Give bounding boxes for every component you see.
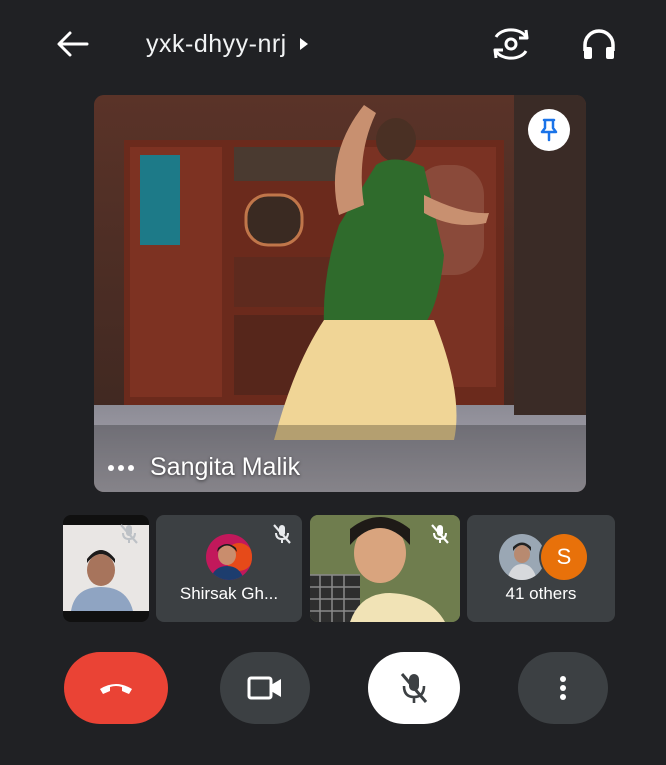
participant-tile[interactable] <box>63 515 149 622</box>
avatar <box>499 534 545 580</box>
camera-toggle-button[interactable] <box>220 652 310 724</box>
mic-off-icon <box>120 524 138 544</box>
camera-switch-icon <box>493 28 529 60</box>
others-count-label: 41 others <box>505 584 577 603</box>
participant-video <box>94 95 586 492</box>
end-call-button[interactable] <box>64 652 168 724</box>
meeting-code: yxk-dhyy-nrj <box>146 29 287 58</box>
pinned-participant-name-row: Sangita Malik <box>108 453 300 482</box>
back-button[interactable] <box>50 24 94 64</box>
participant-tile[interactable]: Shirsak Gh... <box>156 515 302 622</box>
avatar-letter: S <box>541 534 587 580</box>
arrow-back-icon <box>57 31 89 57</box>
more-vert-icon <box>560 676 566 700</box>
avatar <box>206 534 252 580</box>
meeting-title-button[interactable]: yxk-dhyy-nrj <box>146 26 309 62</box>
videocam-icon <box>247 676 281 700</box>
more-horiz-icon[interactable] <box>108 461 134 475</box>
pin-icon <box>540 118 558 142</box>
more-options-button[interactable] <box>518 652 608 724</box>
headphones-icon <box>583 29 615 59</box>
call-end-icon <box>100 684 132 694</box>
top-bar: yxk-dhyy-nrj <box>0 0 666 90</box>
unpin-button[interactable] <box>528 109 570 151</box>
mic-toggle-button[interactable] <box>368 652 460 724</box>
participant-name: Shirsak Gh... <box>179 584 279 603</box>
participant-tile[interactable] <box>310 515 460 622</box>
mic-off-icon <box>400 673 428 703</box>
pinned-video-tile[interactable]: Sangita Malik <box>94 95 586 492</box>
pinned-participant-name: Sangita Malik <box>150 453 301 481</box>
mic-off-icon <box>431 524 449 544</box>
others-tile[interactable]: S 41 others <box>467 515 615 622</box>
audio-output-button[interactable] <box>576 22 622 66</box>
caret-right-icon <box>299 38 308 50</box>
switch-camera-button[interactable] <box>488 22 534 66</box>
mic-off-icon <box>273 524 291 544</box>
